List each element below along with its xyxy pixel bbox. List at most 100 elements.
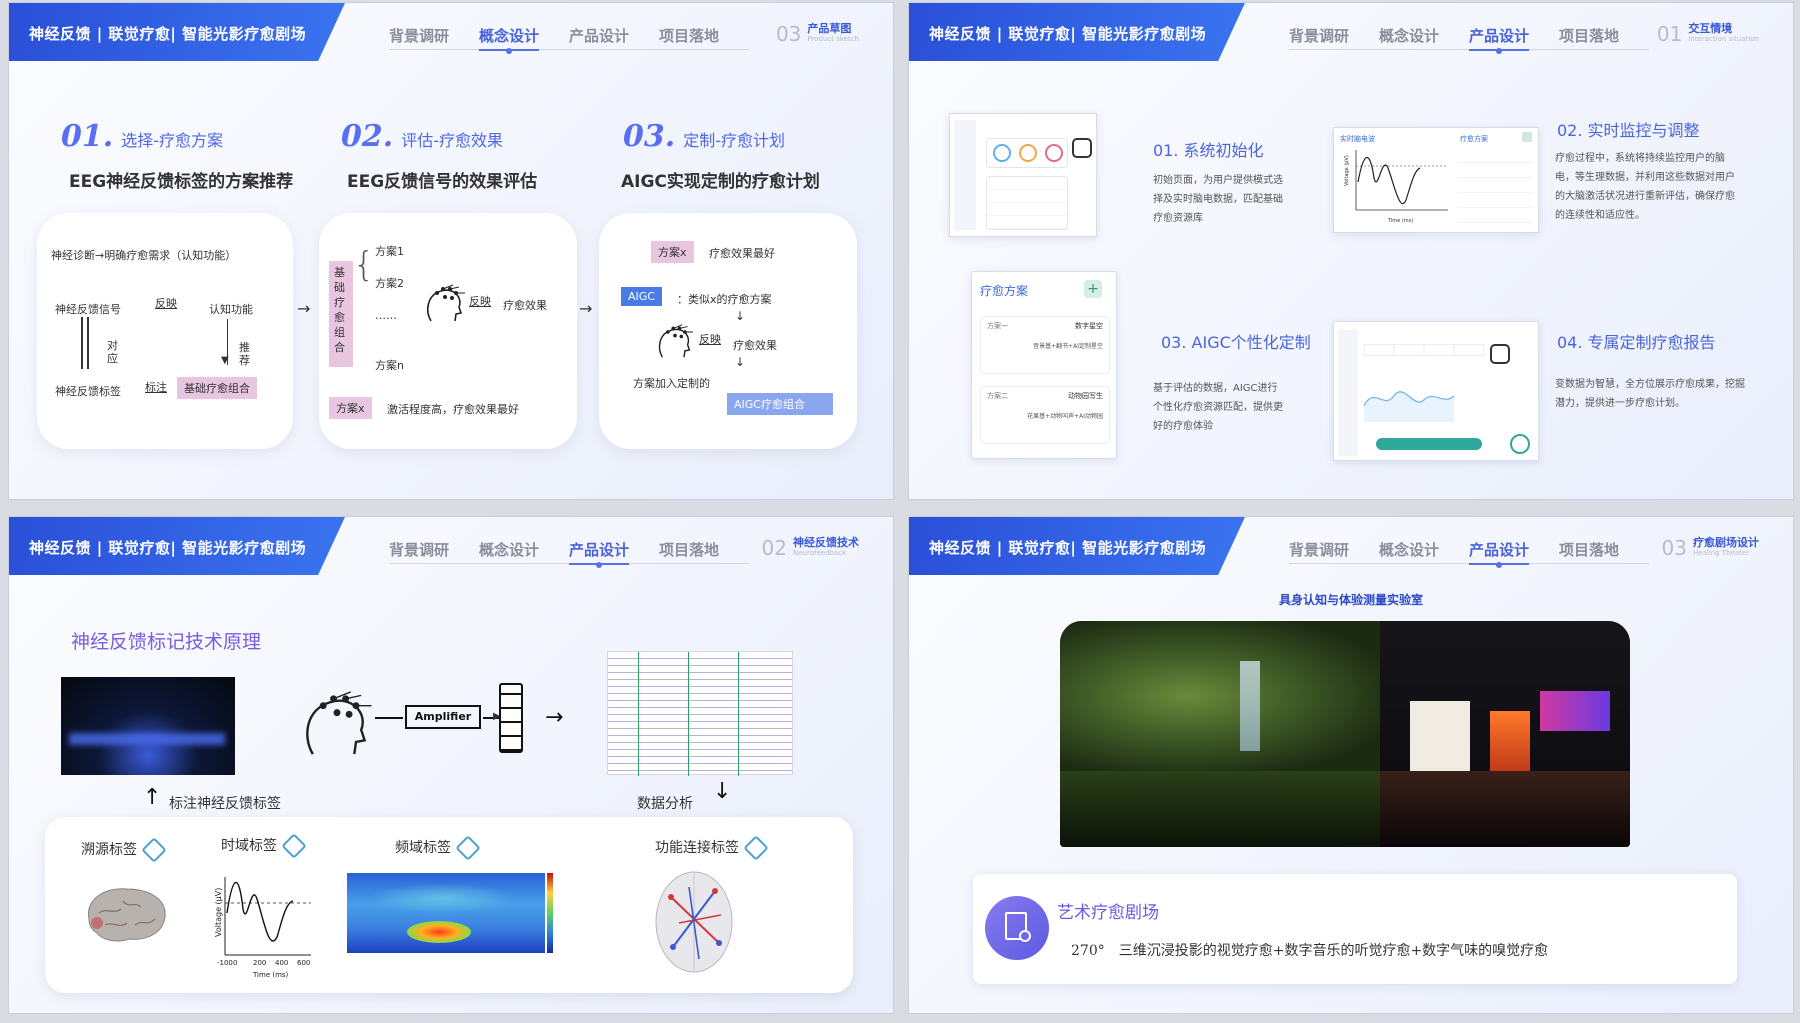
nav-concept[interactable]: 概念设计 — [1379, 539, 1439, 560]
init-screen-shot — [949, 113, 1097, 237]
lab-title: 具身认知与体验测量实验室 — [1278, 593, 1423, 607]
amplifier-box: Amplifier — [405, 705, 481, 729]
nav-background[interactable]: 背景调研 — [1289, 539, 1349, 560]
brand-banner: 神经反馈 | 联觉疗愈| 智能光影疗愈剧场 — [9, 3, 345, 61]
link-line-right — [87, 317, 89, 369]
nav-landing[interactable]: 项目落地 — [659, 25, 719, 46]
effect-text: 疗愈效果 — [733, 339, 777, 352]
annotate-text: 标注 — [145, 381, 167, 394]
section-subtitle: Interaction situation — [1688, 35, 1759, 43]
feature-2-desc: 疗愈过程中，系统将持续监控用户的脑电，等生理数据，并利用这些数据对用户的大脑激活… — [1555, 153, 1735, 221]
section-tag: 02 神经反馈技术 Neurofeedback — [762, 537, 859, 560]
computer-tower-icon — [499, 683, 523, 753]
plan-1-detail: 音景基+翻书+AI定制星空 — [1033, 343, 1103, 350]
card-customize: 方案x 疗愈效果最好 AIGC ：类似x的疗愈方案 ↓ 反映 疗愈效果 ↓ 方案… — [599, 213, 857, 449]
nav-landing[interactable]: 项目落地 — [659, 539, 719, 560]
arrow-up-icon: ↑ — [143, 785, 162, 810]
tag-icon — [743, 835, 769, 861]
tag-icon — [141, 837, 167, 863]
time-axis-label: Time (ms) — [1387, 218, 1413, 224]
tick-x-3: 400 — [275, 959, 288, 967]
report-progress-bar[interactable] — [1376, 438, 1482, 450]
floor-reflection — [1060, 771, 1380, 847]
aigc-tag: AIGC — [621, 287, 662, 306]
arrow-right-icon: → — [545, 705, 564, 730]
eeg-plan-title: 疗愈方案 — [1460, 135, 1488, 143]
nav-landing[interactable]: 项目落地 — [1559, 25, 1619, 46]
plan-card-1[interactable]: 方案一 数字星空 音景基+翻书+AI定制星空 — [980, 316, 1110, 374]
theater-card-title: 艺术疗愈剧场 — [1057, 903, 1159, 923]
slide-healing-theater[interactable]: 神经反馈 | 联觉疗愈| 智能光影疗愈剧场 背景调研 概念设计 产品设计 项目落… — [908, 516, 1794, 1014]
reflective-floor — [1380, 771, 1630, 847]
top-nav: 背景调研 概念设计 产品设计 项目落地 — [1289, 539, 1619, 568]
nav-concept[interactable]: 概念设计 — [479, 25, 540, 54]
eeg-raw-signal-image — [607, 651, 793, 776]
healing-plan-shot: 疗愈方案 + 方案一 数字星空 音景基+翻书+AI定制星空 方案二 动物园写生 … — [971, 271, 1117, 459]
arrow-right-icon: → — [579, 299, 593, 318]
reflect-text: 反映 — [155, 297, 177, 310]
tick-x-2: 200 — [253, 959, 266, 967]
nav-product[interactable]: 产品设计 — [1469, 25, 1530, 54]
add-icon — [1522, 132, 1532, 142]
mode-icon-3 — [1045, 144, 1063, 162]
freq-label-text: 频域标签 — [395, 840, 451, 856]
connector-line — [375, 717, 403, 719]
nav-divider — [389, 49, 749, 50]
add-plan-text: 方案加入定制的 — [633, 377, 710, 390]
reflect-text: 反映 — [699, 333, 721, 346]
time-domain-chart: Voltage (μV) -100 0 200 400 600 Time (ms… — [214, 877, 311, 979]
theater-card-desc: 270° 三维沉浸投影的视觉疗愈+数字音乐的听觉疗愈+数字气味的嗅觉疗愈 — [1071, 943, 1549, 959]
base-combo-side-tag: 基础疗愈组合 — [329, 261, 353, 367]
nav-product[interactable]: 产品设计 — [569, 25, 629, 46]
connectivity-brain-image — [655, 871, 733, 973]
section-tag: 03 疗愈剧场设计 Healing Theater — [1662, 537, 1759, 560]
slide-concept-sketch[interactable]: 神经反馈 | 联觉疗愈| 智能光影疗愈剧场 背景调研 概念设计 产品设计 项目落… — [8, 2, 894, 500]
slide-neurofeedback[interactable]: 神经反馈 | 联觉疗愈| 智能光影疗愈剧场 背景调研 概念设计 产品设计 项目落… — [8, 516, 894, 1014]
brain-head-icon — [427, 284, 465, 322]
nav-landing[interactable]: 项目落地 — [1559, 539, 1619, 560]
nav-background[interactable]: 背景调研 — [389, 25, 449, 46]
feature-1-title: 01. 系统初始化 — [1153, 141, 1264, 160]
brace-icon: { — [353, 245, 375, 285]
section-subtitle: Healing Theater — [1693, 549, 1750, 557]
cognition-text: 认知功能 — [209, 303, 253, 316]
slide-interaction[interactable]: 神经反馈 | 联觉疗愈| 智能光影疗愈剧场 背景调研 概念设计 产品设计 项目落… — [908, 2, 1794, 500]
connectivity-label: 功能连接标签 — [655, 835, 769, 861]
mock-data-grid — [986, 176, 1068, 230]
base-combo-tag: 基础疗愈组合 — [177, 377, 257, 399]
nav-concept[interactable]: 概念设计 — [1379, 25, 1439, 46]
time-label-text: 时域标签 — [221, 838, 277, 854]
label-types-panel: 溯源标签 时域标签 频域标签 功能连接标签 Voltage (μV) -100 … — [45, 817, 853, 993]
nav-product[interactable]: 产品设计 — [569, 539, 630, 568]
progress-ring-icon — [1510, 434, 1530, 454]
tag-icon — [455, 835, 481, 861]
brain-source-image — [88, 888, 166, 942]
white-wall — [1410, 701, 1470, 771]
section-title: 产品草图 — [807, 22, 852, 35]
plan-card-2[interactable]: 方案二 动物园写生 花果基+动物叫声+AI动物园 — [980, 386, 1110, 444]
mock-sidebar — [954, 120, 976, 230]
card-evaluate: 基础疗愈组合 { 方案1 方案2 …… 方案n 反映 疗愈效果 方案x 激活程度… — [319, 213, 577, 449]
time-axis-label: Time (ms) — [252, 971, 289, 979]
plan-title: 疗愈方案 — [980, 284, 1029, 298]
add-plan-button[interactable]: + — [1084, 280, 1102, 298]
presentation-grid: 神经反馈 | 联觉疗愈| 智能光影疗愈剧场 背景调研 概念设计 产品设计 项目落… — [0, 0, 1800, 1023]
tick-x-1: 0 — [233, 959, 237, 967]
activation-text: 激活程度高，疗愈效果最好 — [387, 403, 519, 416]
nav-product[interactable]: 产品设计 — [1469, 539, 1530, 568]
nav-concept[interactable]: 概念设计 — [479, 539, 539, 560]
report-shot — [1333, 321, 1539, 461]
top-nav: 背景调研 概念设计 产品设计 项目落地 — [389, 539, 719, 568]
section-subtitle: Product sketch — [807, 35, 859, 43]
feature-3-title: 03. AIGC个性化定制 — [1161, 333, 1311, 352]
diagnosis-text: 神经诊断→明确疗愈需求（认知功能） — [51, 249, 237, 262]
nav-background[interactable]: 背景调研 — [1289, 25, 1349, 46]
plan-x-tag: 方案x — [651, 241, 694, 263]
forest-projection — [1060, 621, 1380, 771]
section-title: 交互情境 — [1688, 22, 1733, 35]
nav-background[interactable]: 背景调研 — [389, 539, 449, 560]
plan-n: 方案n — [375, 359, 404, 372]
plan-1-label: 方案一 — [987, 322, 1008, 330]
connectivity-label-text: 功能连接标签 — [655, 840, 739, 856]
step-title: 定制-疗愈计划 — [683, 131, 785, 150]
